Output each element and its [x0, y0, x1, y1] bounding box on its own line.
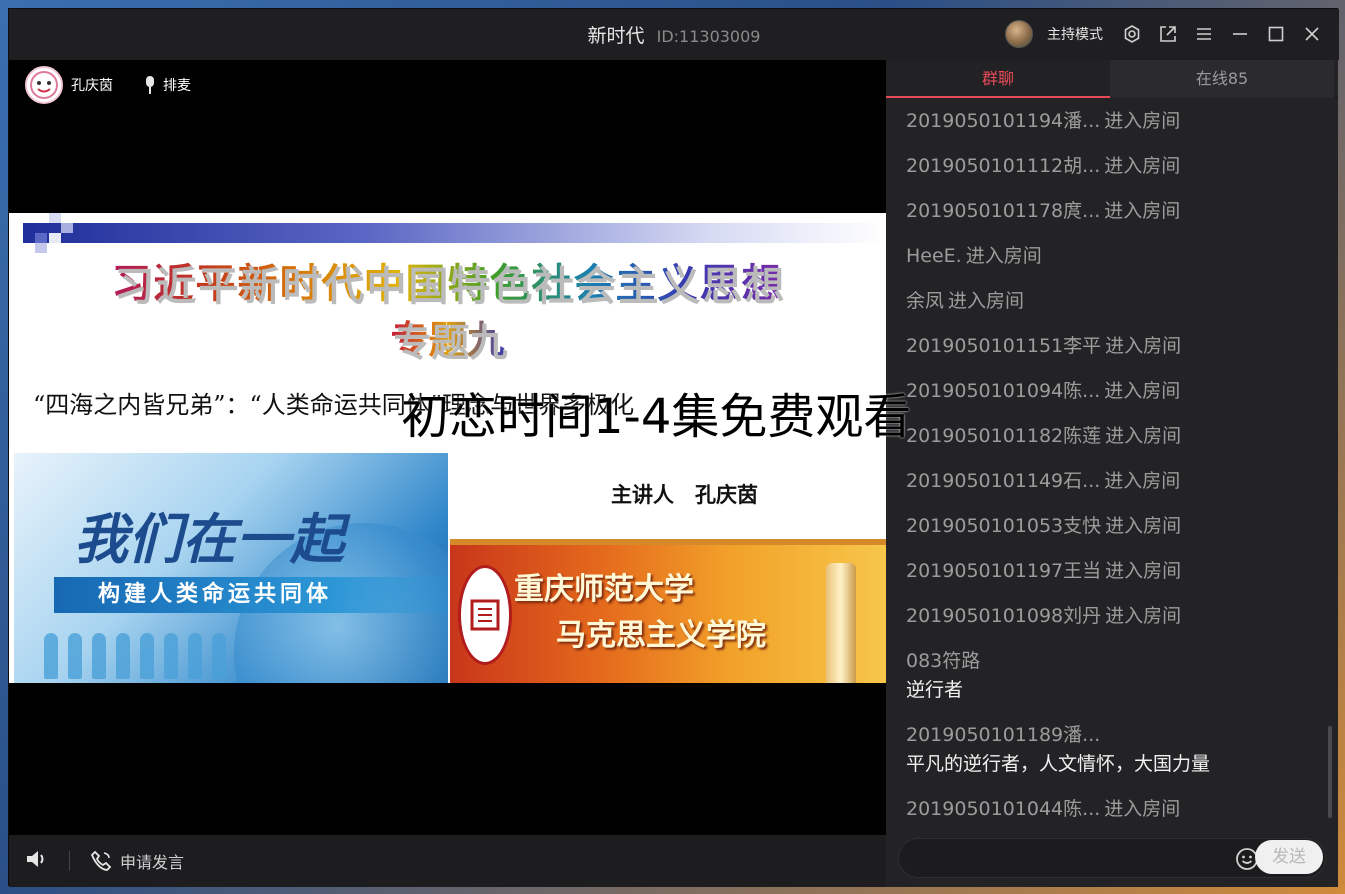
chat-scrollbar[interactable] — [1328, 726, 1332, 818]
pillar-graphic — [826, 563, 856, 683]
settings-icon[interactable] — [1121, 23, 1143, 45]
maximize-icon[interactable] — [1265, 23, 1287, 45]
chat-panel: 群聊 在线85 2019050101194潘... 进入房间 2019050101… — [886, 60, 1338, 887]
list-item: 2019050101094陈... 进入房间 — [906, 380, 1181, 402]
popout-icon[interactable] — [1157, 23, 1179, 45]
tab-online[interactable]: 在线85 — [1110, 60, 1334, 98]
list-item: 2019050101197王当 进入房间 — [906, 560, 1182, 582]
list-item: 2019050101149石... 进入房间 — [906, 470, 1181, 492]
mic-queue-label: 排麦 — [163, 78, 191, 94]
host-mode-label[interactable]: 主持模式 — [1047, 24, 1103, 44]
room-name: 新时代 — [587, 25, 645, 47]
message-text: 平凡的逆行者，人文情怀，大国力量 — [906, 753, 1211, 775]
presenter-name: 孔庆茵 — [71, 78, 113, 94]
toolbar-divider — [69, 851, 70, 871]
host-avatar[interactable] — [1005, 20, 1033, 48]
title-bar-controls: 主持模式 — [1005, 18, 1323, 50]
banner-school: 重庆师范大学 马克思主义学院 — [450, 539, 886, 683]
close-icon[interactable] — [1301, 23, 1323, 45]
chat-message: 083符路 逆行者 — [906, 638, 1338, 712]
menu-icon[interactable] — [1193, 23, 1215, 45]
presenter-bar: 孔庆茵 排麦 — [25, 66, 191, 104]
message-sender: 083符路 — [906, 650, 981, 672]
school-name-line1: 重庆师范大学 — [514, 572, 694, 607]
list-item: 2019050101112胡... 进入房间 — [906, 155, 1181, 177]
banner-strip-text: 构建人类命运共同体 — [54, 577, 448, 613]
list-item: 2019050101098刘丹 进入房间 — [906, 605, 1182, 627]
list-item: 余凤 进入房间 — [906, 290, 1025, 312]
phone-icon — [90, 850, 112, 871]
slide-title-text: 习近平新时代中国特色社会主义思想 — [111, 260, 784, 307]
list-item: 2019050101151李平 进入房间 — [906, 335, 1182, 357]
apply-speak-label: 申请发言 — [120, 853, 185, 872]
slide-decor-squares — [23, 213, 73, 253]
people-silhouettes — [44, 633, 226, 679]
list-item: 2019050101053支快 进入房间 — [906, 515, 1182, 537]
chat-message-list[interactable]: 2019050101194潘... 进入房间 2019050101112胡... 进… — [886, 98, 1338, 826]
list-item: 2019050101044陈... 进入房间 — [906, 798, 1181, 820]
watermark-overlay-text: 初恋时间1-4集免费观看 — [401, 389, 912, 445]
volume-icon[interactable] — [25, 848, 49, 874]
chat-message: 2019050101189潘... 平凡的逆行者，人文情怀，大国力量 — [906, 712, 1338, 786]
school-name-line2: 马克思主义学院 — [556, 618, 766, 653]
list-item: 2019050101182陈莲 进入房间 — [906, 425, 1182, 447]
slide-subtitle: 专题九 — [9, 309, 886, 364]
list-item: 2019050101194潘... 进入房间 — [906, 110, 1181, 132]
presenter-avatar[interactable] — [25, 66, 63, 104]
chat-tabs: 群聊 在线85 — [886, 60, 1338, 98]
video-area: 孔庆茵 排麦 习近平新时代中国特色社会主义思想 专题九 “四海之内皆兄弟”：“人… — [9, 60, 886, 835]
banner-script-text: 我们在一起 — [74, 507, 344, 571]
slide-subtitle-text: 专题九 — [390, 317, 505, 362]
app-window: 新时代 ID:11303009 主持模式 孔庆茵 排麦 习近平新时代中国特色社会… — [8, 8, 1339, 887]
room-id: ID:11303009 — [656, 27, 761, 46]
chat-input[interactable]: 发送 — [898, 838, 1326, 878]
video-toolbar: 申请发言 — [9, 835, 886, 887]
slide-header-stripe — [23, 223, 886, 243]
list-item: 2019050101178庹... 进入房间 — [906, 200, 1181, 222]
presentation-slide: 习近平新时代中国特色社会主义思想 专题九 “四海之内皆兄弟”：“人类命运共同体”… — [9, 213, 886, 683]
apply-speak-button[interactable]: 申请发言 — [90, 849, 184, 873]
banner-community: 我们在一起 构建人类命运共同体 — [14, 453, 448, 683]
mic-queue-button[interactable]: 排麦 — [143, 75, 191, 95]
message-text: 逆行者 — [906, 679, 964, 701]
title-bar: 新时代 ID:11303009 主持模式 — [9, 9, 1339, 60]
microphone-icon — [146, 76, 154, 94]
slide-lecturer: 主讲人 孔庆茵 — [611, 482, 758, 507]
message-sender: 2019050101189潘... — [906, 724, 1101, 746]
school-name: 重庆师范大学 马克思主义学院 — [514, 567, 766, 659]
list-item: HeeE. 进入房间 — [906, 245, 1042, 267]
tab-group-chat[interactable]: 群聊 — [886, 60, 1110, 98]
send-button[interactable]: 发送 — [1255, 840, 1323, 874]
school-seal-icon — [458, 565, 512, 665]
minimize-icon[interactable] — [1229, 23, 1251, 45]
slide-title: 习近平新时代中国特色社会主义思想 — [9, 251, 886, 309]
